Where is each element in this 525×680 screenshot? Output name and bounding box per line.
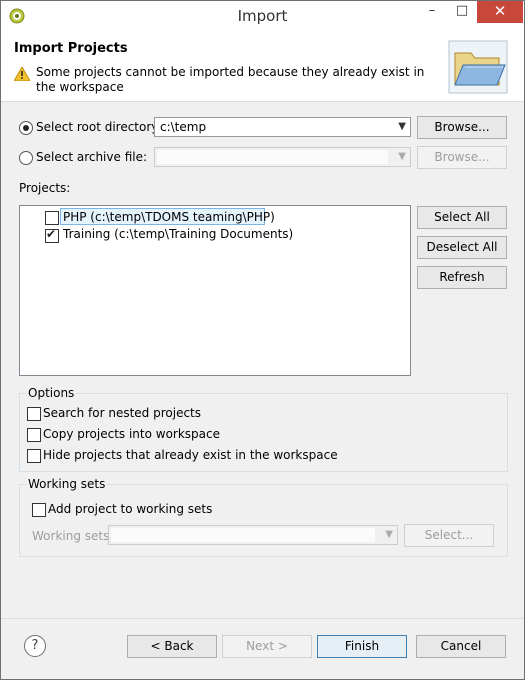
chevron-down-icon: ▼ <box>398 121 406 132</box>
folder-wizard-icon <box>448 40 508 94</box>
deselect-all-button[interactable]: Deselect All <box>417 236 507 259</box>
list-item[interactable]: PHP (c:\temp\TDOMS teaming\PHP) <box>60 208 275 225</box>
project-label: PHP (c:\temp\TDOMS teaming\PHP) <box>63 210 275 224</box>
archive-file-radio[interactable] <box>19 151 33 165</box>
next-button[interactable]: Next > <box>222 635 312 658</box>
import-dialog: Import – □ ✕ Import Projects Some projec… <box>0 0 525 680</box>
minimize-button[interactable]: – <box>417 1 447 23</box>
archive-file-label: Select archive file: <box>36 150 148 164</box>
root-directory-radio[interactable] <box>19 121 33 135</box>
chevron-down-icon: ▼ <box>385 529 393 540</box>
archive-file-value <box>157 150 388 164</box>
nested-projects-label[interactable]: Search for nested projects <box>43 406 201 420</box>
footer-divider <box>1 618 524 619</box>
project-checkbox[interactable] <box>45 227 59 243</box>
working-sets-value <box>111 528 375 542</box>
options-title: Options <box>26 386 77 400</box>
copy-projects-label[interactable]: Copy projects into workspace <box>43 427 220 441</box>
finish-button[interactable]: Finish <box>317 635 407 658</box>
working-sets-combo[interactable]: ▼ <box>108 525 398 545</box>
archive-file-combo[interactable]: ▼ <box>154 147 411 167</box>
working-sets-title: Working sets <box>26 477 108 491</box>
root-directory-label: Select root directory: <box>36 120 162 134</box>
add-to-working-sets-checkbox[interactable] <box>32 503 46 517</box>
root-directory-combo[interactable]: c:\temp ▼ <box>154 117 411 137</box>
back-button[interactable]: < Back <box>127 635 217 658</box>
page-title: Import Projects <box>14 41 128 56</box>
close-button[interactable]: ✕ <box>477 1 523 23</box>
hide-projects-checkbox[interactable] <box>27 449 41 463</box>
select-all-button[interactable]: Select All <box>417 206 507 229</box>
project-checkbox[interactable] <box>45 211 59 225</box>
wizard-header: Import Projects Some projects cannot be … <box>1 31 524 102</box>
header-message: Some projects cannot be imported because… <box>36 65 425 94</box>
working-sets-label: Working sets: <box>32 529 114 543</box>
copy-projects-checkbox[interactable] <box>27 428 41 442</box>
root-directory-value: c:\temp <box>160 120 207 134</box>
nested-projects-checkbox[interactable] <box>27 407 41 421</box>
cancel-button[interactable]: Cancel <box>416 635 506 658</box>
working-sets-select-button[interactable]: Select... <box>404 524 494 547</box>
add-to-working-sets-label[interactable]: Add project to working sets <box>48 502 212 516</box>
chevron-down-icon: ▼ <box>398 151 406 162</box>
projects-label: Projects: <box>19 181 71 195</box>
root-browse-button[interactable]: Browse... <box>417 116 507 139</box>
refresh-button[interactable]: Refresh <box>417 266 507 289</box>
archive-browse-button[interactable]: Browse... <box>417 146 507 169</box>
hide-projects-label[interactable]: Hide projects that already exist in the … <box>43 448 338 462</box>
projects-list[interactable]: PHP (c:\temp\TDOMS teaming\PHP) Training… <box>19 205 411 376</box>
warning-icon <box>14 67 30 81</box>
project-label[interactable]: Training (c:\temp\Training Documents) <box>63 227 293 241</box>
title-bar: Import – □ ✕ <box>1 1 524 31</box>
maximize-button[interactable]: □ <box>447 1 477 23</box>
help-icon[interactable]: ? <box>24 635 46 657</box>
